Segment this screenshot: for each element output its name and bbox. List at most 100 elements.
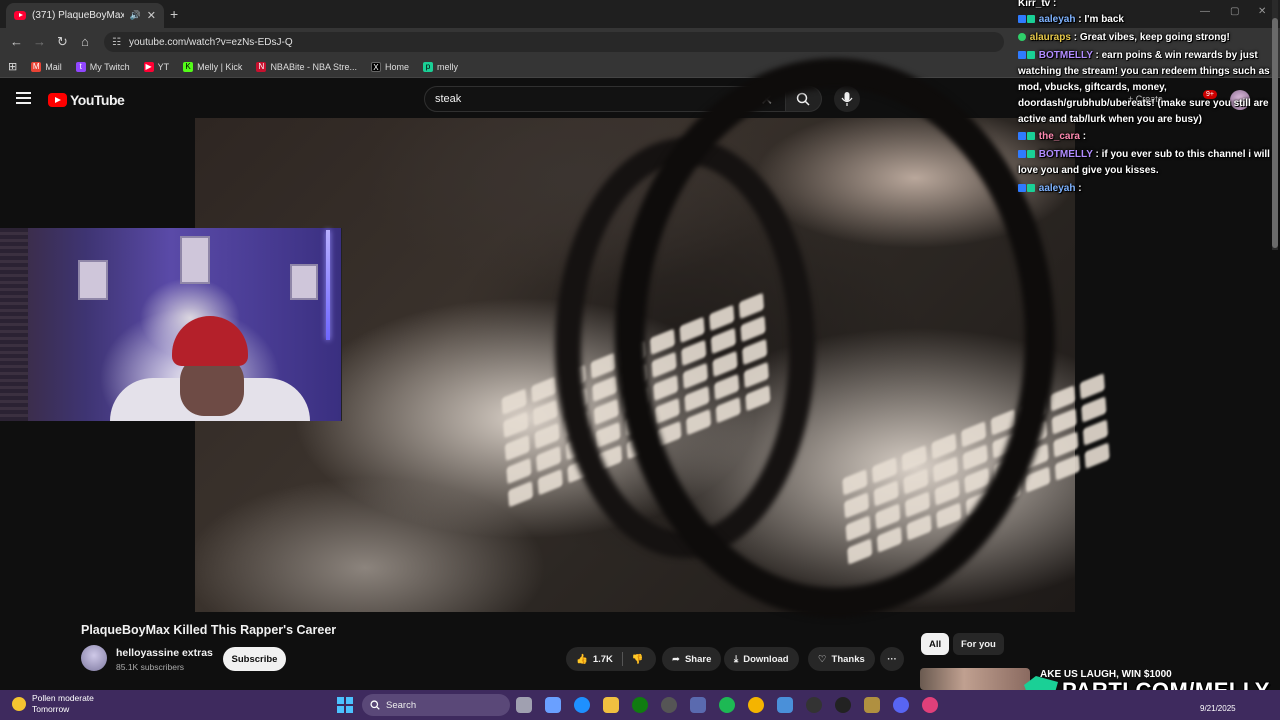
xbox-icon[interactable] — [632, 697, 648, 713]
webcam-poster — [180, 236, 210, 284]
page-scrollbar[interactable] — [1272, 0, 1278, 250]
next-video-thumbnail[interactable] — [920, 668, 1030, 690]
chip-for-you[interactable]: For you — [953, 633, 1004, 655]
webcam-led-strip — [326, 230, 330, 340]
badge-icon — [1018, 33, 1026, 41]
task-view-icon[interactable] — [516, 697, 532, 713]
photos-icon[interactable] — [777, 697, 793, 713]
chat-username: aaleyah — [1038, 183, 1076, 194]
twitch-icon: t — [75, 61, 86, 72]
video-title: PlaqueBoyMax Killed This Rapper's Career — [81, 623, 337, 637]
chatgpt-icon[interactable] — [661, 697, 677, 713]
youtube-logo[interactable]: YouTube — [48, 92, 125, 108]
youtube-favicon-icon — [14, 11, 26, 20]
subscribe-button[interactable]: Subscribe — [223, 647, 286, 671]
search-icon — [370, 700, 380, 710]
channel-name[interactable]: helloyassine extras — [116, 647, 213, 659]
reload-icon[interactable]: ↻ — [57, 34, 68, 50]
taskbar-date: 9/21/2025 — [1200, 704, 1236, 713]
webcam-window-blinds — [0, 228, 28, 421]
edge-icon[interactable] — [574, 697, 590, 713]
obs-icon[interactable] — [835, 697, 851, 713]
chat-message: aaleyah : — [1018, 181, 1082, 197]
file-explorer-icon[interactable] — [603, 697, 619, 713]
download-icon: ⤓ — [734, 653, 739, 665]
bookmark-home[interactable]: X Home — [370, 61, 409, 72]
divider — [621, 652, 623, 666]
bookmark-yt[interactable]: ▶ YT — [143, 61, 169, 72]
speaker-icon: 🔊 — [129, 10, 141, 20]
discord-icon[interactable] — [893, 697, 909, 713]
spotify-icon[interactable] — [719, 697, 735, 713]
tab-close-icon[interactable]: ✕ — [147, 9, 156, 22]
bookmark-melly-kick[interactable]: K Melly | Kick — [183, 61, 242, 72]
tab-title: (371) PlaqueBoyMax Killed — [32, 10, 124, 21]
back-icon[interactable]: ← — [10, 34, 23, 49]
media-player-icon[interactable] — [806, 697, 822, 713]
chat-message: alauraps : Great vibes, keep going stron… — [1018, 30, 1230, 46]
thanks-button[interactable]: ♡ Thanks — [808, 647, 875, 671]
thanks-icon: ♡ — [818, 653, 827, 665]
share-button[interactable]: ➦ Share — [662, 647, 722, 671]
badge-icon — [1018, 132, 1026, 140]
chat-username: alauraps — [1029, 32, 1071, 43]
bookmark-mail[interactable]: M Mail — [31, 61, 62, 72]
kick-icon: K — [183, 61, 194, 72]
menu-icon[interactable] — [16, 92, 31, 104]
chat-message: BOTMELLY : if you ever sub to this chann… — [1018, 149, 1270, 176]
weather-line-1: Pollen moderate — [32, 693, 94, 703]
forward-icon[interactable]: → — [33, 34, 46, 49]
nba-icon: N — [256, 61, 267, 72]
chat-message: aaleyah : I'm back — [1018, 12, 1124, 28]
share-icon: ➦ — [672, 653, 680, 665]
webcam-poster — [78, 260, 108, 300]
chat-message: Kirr_tv : — [1018, 0, 1057, 9]
gmail-icon: M — [31, 61, 42, 72]
pin-app-icon[interactable] — [922, 697, 938, 713]
badge-icon — [1027, 132, 1035, 140]
download-button[interactable]: ⤓ Download — [724, 647, 799, 671]
stream-chat-overlay: Kirr_tv : aaleyah : I'm back alauraps : … — [1012, 0, 1272, 200]
app-icon[interactable] — [864, 697, 880, 713]
apps-icon[interactable]: ⊞ — [8, 60, 17, 73]
weather-line-2: Tomorrow — [32, 704, 70, 714]
like-icon[interactable]: 👍 — [576, 654, 588, 665]
channel-avatar[interactable] — [81, 645, 107, 671]
badge-icon — [1018, 51, 1026, 59]
site-info-icon[interactable]: ☷ — [112, 37, 121, 48]
url-bar[interactable]: ☷ youtube.com/watch?v=ezNs-EDsJ-Q — [104, 32, 1004, 52]
subscriber-count: 85.1K subscribers — [116, 662, 185, 672]
new-tab-button[interactable]: + — [170, 6, 178, 22]
dislike-icon[interactable]: 👎 — [632, 654, 644, 665]
windows-start-icon[interactable] — [337, 697, 353, 713]
chat-username: the_cara — [1038, 131, 1080, 142]
chat-message: BOTMELLY : earn poins & win rewards by j… — [1018, 50, 1270, 125]
bookmark-melly[interactable]: p melly — [422, 61, 458, 72]
weather-widget[interactable]: Pollen moderate Tomorrow — [12, 693, 94, 715]
x-icon: X — [370, 61, 381, 72]
store-icon[interactable] — [690, 697, 706, 713]
bookmark-nbabite[interactable]: N NBABite - NBA Stre... — [256, 61, 357, 72]
browser-tab[interactable]: (371) PlaqueBoyMax Killed 🔊 ✕ — [6, 3, 164, 28]
streamer-webcam — [0, 228, 342, 421]
badge-icon — [1018, 15, 1026, 23]
chrome-icon[interactable] — [748, 697, 764, 713]
more-actions-button[interactable]: ··· — [880, 647, 904, 671]
like-count[interactable]: 1.7K — [593, 654, 613, 665]
scrollbar-thumb[interactable] — [1272, 18, 1278, 248]
like-dislike-group: 👍 1.7K 👎 — [566, 647, 656, 671]
chat-username: aaleyah — [1038, 14, 1076, 25]
copilot-icon[interactable] — [545, 697, 561, 713]
chip-all[interactable]: All — [921, 633, 950, 655]
bookmark-my-twitch[interactable]: t My Twitch — [75, 61, 130, 72]
chat-username: BOTMELLY — [1038, 149, 1093, 160]
parti-icon: p — [422, 61, 433, 72]
youtube-play-icon — [48, 93, 67, 107]
taskbar-search[interactable]: Search — [362, 694, 510, 716]
url-text: youtube.com/watch?v=ezNs-EDsJ-Q — [128, 36, 293, 48]
badge-icon — [1018, 150, 1026, 158]
badge-icon — [1018, 184, 1026, 192]
home-icon[interactable]: ⌂ — [81, 34, 89, 49]
chat-message: the_cara : — [1018, 129, 1086, 145]
badge-icon — [1027, 184, 1035, 192]
